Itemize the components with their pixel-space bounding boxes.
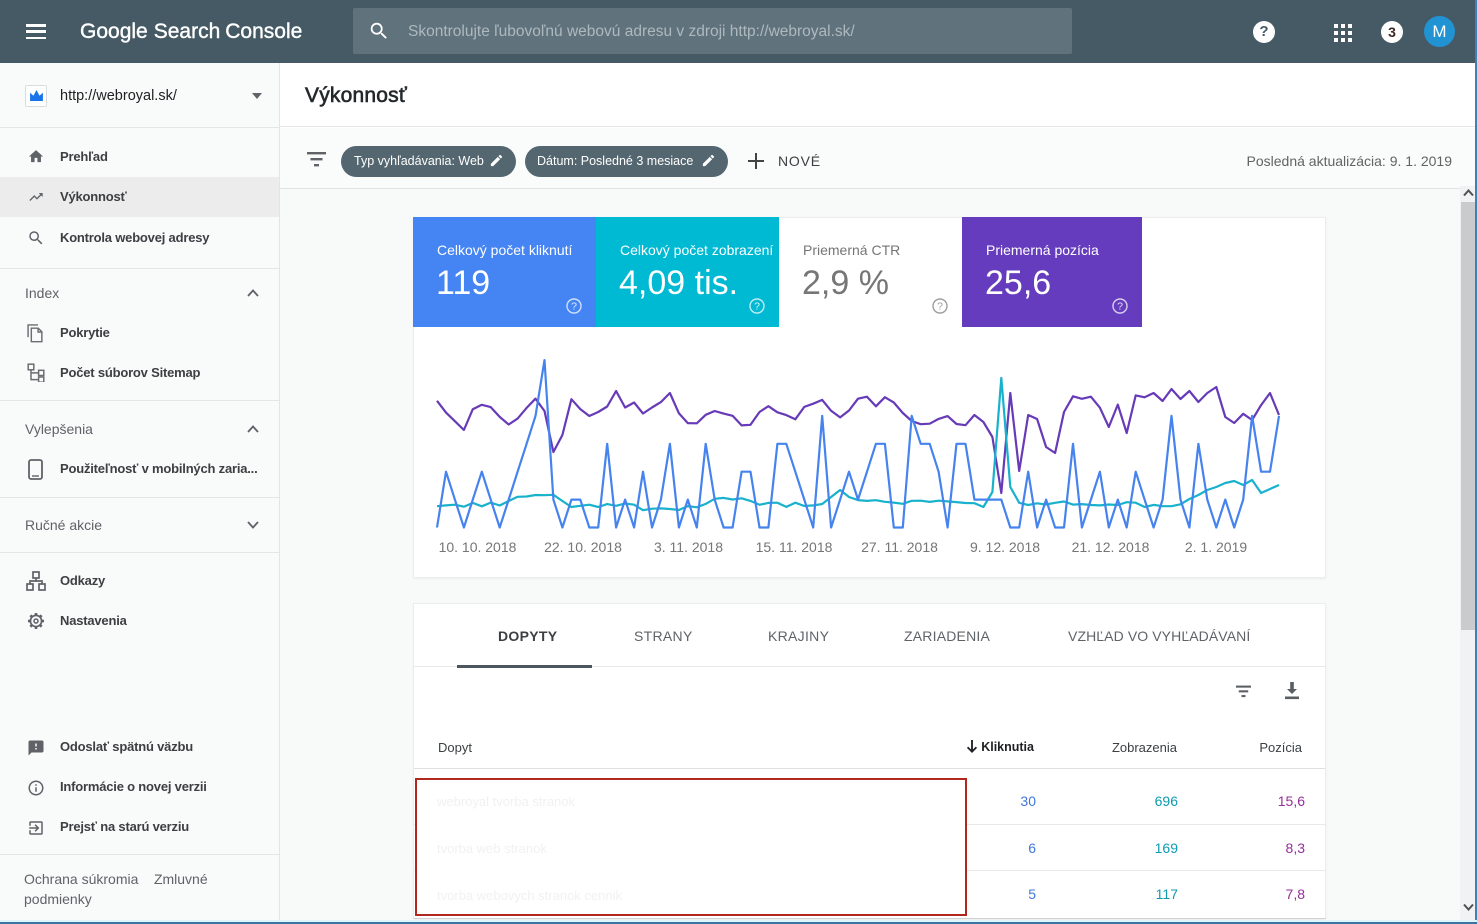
- svg-text:2. 1. 2019: 2. 1. 2019: [1185, 539, 1247, 555]
- svg-text:9. 12. 2018: 9. 12. 2018: [970, 539, 1040, 555]
- svg-text:22. 10. 2018: 22. 10. 2018: [544, 539, 622, 555]
- svg-text:21. 12. 2018: 21. 12. 2018: [1072, 539, 1150, 555]
- svg-text:15. 11. 2018: 15. 11. 2018: [756, 539, 833, 555]
- svg-text:3. 11. 2018: 3. 11. 2018: [654, 539, 723, 555]
- svg-text:10. 10. 2018: 10. 10. 2018: [439, 539, 517, 555]
- svg-text:?: ?: [571, 301, 577, 313]
- svg-text:27. 11. 2018: 27. 11. 2018: [861, 539, 938, 555]
- svg-text:?: ?: [937, 301, 943, 313]
- svg-text:?: ?: [754, 301, 760, 313]
- svg-text:?: ?: [1117, 301, 1123, 313]
